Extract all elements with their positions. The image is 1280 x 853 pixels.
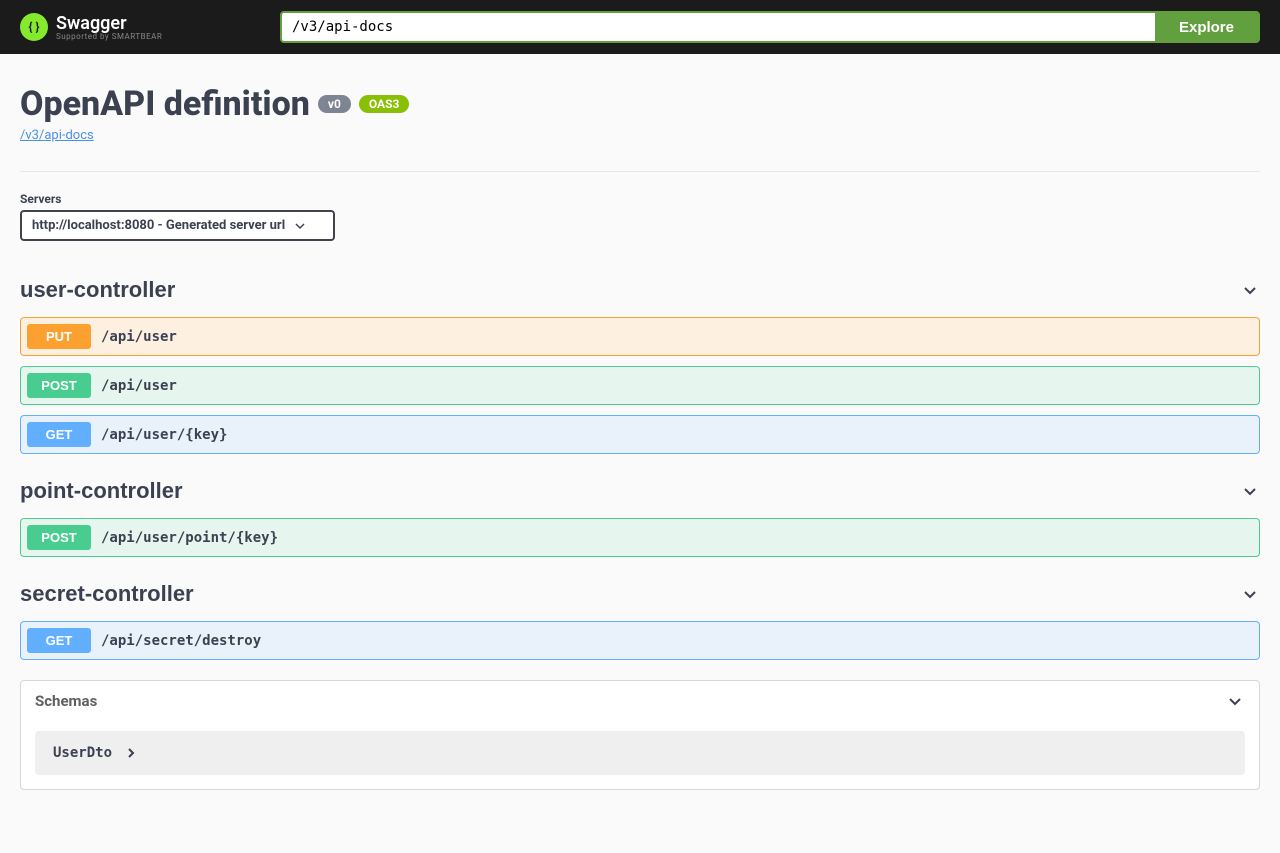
method-badge: POST [27, 525, 91, 550]
tag-name: point-controller [20, 478, 183, 504]
page-title: OpenAPI definition [20, 84, 310, 124]
tag-header[interactable]: secret-controller [20, 575, 1260, 621]
operation-path: /api/user [101, 378, 177, 394]
spec-link[interactable]: /v3/api-docs [20, 128, 94, 143]
explore-button[interactable]: Explore [1155, 13, 1258, 41]
chevron-down-icon [1240, 280, 1260, 300]
divider [20, 171, 1260, 172]
method-badge: GET [27, 628, 91, 653]
tag-name: secret-controller [20, 581, 194, 607]
operation-row[interactable]: POST/api/user/point/{key} [20, 518, 1260, 557]
search-wrap: Explore [280, 11, 1260, 43]
tag-header[interactable]: user-controller [20, 271, 1260, 317]
operation-row[interactable]: POST/api/user [20, 366, 1260, 405]
servers-section: Servers http://localhost:8080 - Generate… [20, 192, 1260, 241]
schemas-section: Schemas UserDto [20, 680, 1260, 790]
logo-subtext: Supported by SMARTBEAR [56, 32, 162, 41]
servers-label: Servers [20, 192, 1260, 206]
operation-row[interactable]: GET/api/secret/destroy [20, 621, 1260, 660]
tag-section: point-controller POST/api/user/point/{key… [20, 472, 1260, 557]
chevron-right-icon [126, 748, 136, 758]
logo-text: Swagger [56, 13, 162, 34]
operation-path: /api/user/{key} [101, 427, 227, 443]
tag-section: secret-controller GET/api/secret/destroy [20, 575, 1260, 660]
operation-row[interactable]: GET/api/user/{key} [20, 415, 1260, 454]
server-select[interactable]: http://localhost:8080 - Generated server… [20, 210, 335, 241]
operation-path: /api/secret/destroy [101, 633, 261, 649]
operation-row[interactable]: PUT/api/user [20, 317, 1260, 356]
server-selected-value: http://localhost:8080 - Generated server… [32, 218, 285, 233]
operation-path: /api/user/point/{key} [101, 530, 278, 546]
version-badge: v0 [318, 95, 351, 113]
tag-name: user-controller [20, 277, 175, 303]
tag-section: user-controllerPUT/api/userPOST/api/user… [20, 271, 1260, 454]
schema-name: UserDto [53, 745, 112, 761]
operation-path: /api/user [101, 329, 177, 345]
schemas-title: Schemas [35, 692, 97, 710]
chevron-down-icon [295, 221, 305, 231]
chevron-down-icon [1240, 584, 1260, 604]
method-badge: POST [27, 373, 91, 398]
method-badge: GET [27, 422, 91, 447]
schemas-header[interactable]: Schemas [21, 681, 1259, 721]
chevron-down-icon [1240, 481, 1260, 501]
tag-header[interactable]: point-controller [20, 472, 1260, 518]
spec-url-input[interactable] [282, 13, 1155, 41]
swagger-logo-icon: { } [20, 13, 48, 41]
oas-badge: OAS3 [359, 95, 410, 113]
schema-item[interactable]: UserDto [35, 731, 1245, 775]
logo[interactable]: { } Swagger Supported by SMARTBEAR [20, 13, 162, 41]
method-badge: PUT [27, 324, 91, 349]
operations-container: user-controllerPUT/api/userPOST/api/user… [20, 271, 1260, 660]
topbar: { } Swagger Supported by SMARTBEAR Explo… [0, 0, 1280, 54]
chevron-down-icon [1225, 691, 1245, 711]
